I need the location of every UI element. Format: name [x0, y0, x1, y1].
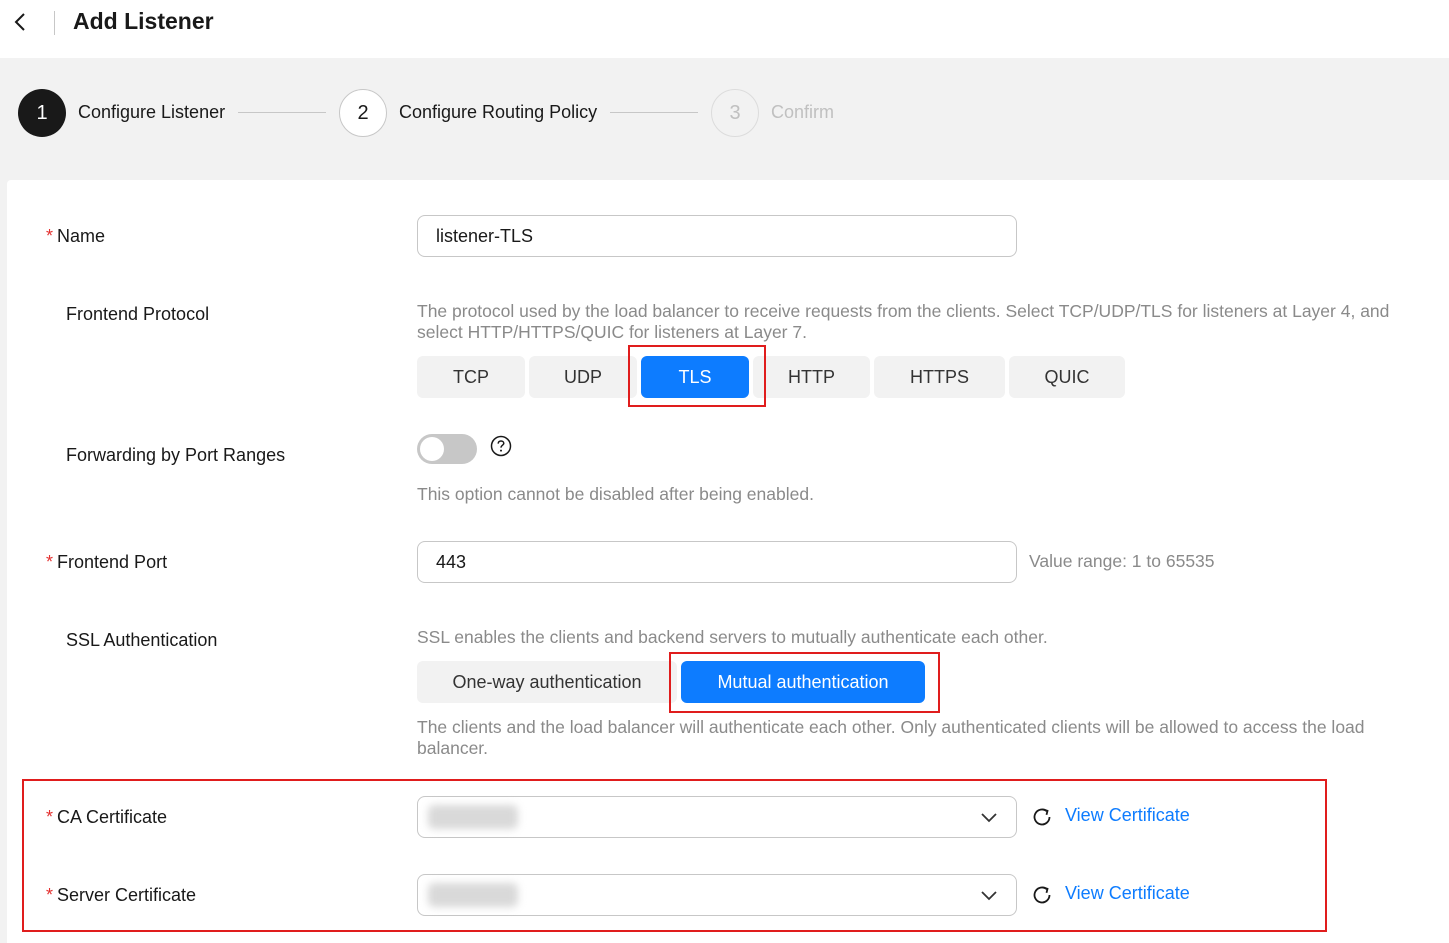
frontend-port-range-hint: Value range: 1 to 65535: [1029, 551, 1215, 571]
port-ranges-label: Forwarding by Port Ranges: [66, 445, 286, 465]
step-connector: [610, 112, 698, 113]
port-ranges-toggle[interactable]: [417, 434, 477, 464]
server-certificate-redacted-value: [428, 883, 518, 907]
step-2-circle: 2: [339, 89, 387, 137]
ssl-auth-label: SSL Authentication: [66, 630, 218, 650]
frontend-protocol-label: Frontend Protocol: [66, 304, 210, 324]
page-header: Add Listener: [0, 0, 1449, 58]
protocol-option-http[interactable]: HTTP: [753, 356, 870, 398]
step-1-label: Configure Listener: [78, 102, 226, 122]
name-input[interactable]: listener-TLS: [417, 215, 1017, 257]
protocol-option-tcp[interactable]: TCP: [417, 356, 525, 398]
step-2-label: Configure Routing Policy: [399, 102, 598, 122]
step-3-circle: 3: [711, 89, 759, 137]
ca-certificate-select[interactable]: [417, 796, 1017, 838]
frontend-port-label: * Frontend Port: [46, 552, 168, 572]
port-ranges-hint: This option cannot be disabled after bei…: [417, 484, 814, 504]
frontend-port-value: 443: [436, 551, 467, 572]
required-asterisk: *: [46, 885, 54, 905]
step-indicator: 1 Configure Listener 2 Configure Routing…: [18, 89, 918, 137]
ca-view-certificate-link[interactable]: View Certificate: [1065, 805, 1190, 826]
step-connector: [238, 112, 326, 113]
refresh-icon[interactable]: [1030, 883, 1054, 907]
toggle-knob: [420, 437, 444, 461]
page-title: Add Listener: [73, 8, 214, 34]
server-view-certificate-link[interactable]: View Certificate: [1065, 883, 1190, 904]
ca-certificate-label: * CA Certificate: [46, 807, 168, 827]
protocol-option-quic[interactable]: QUIC: [1009, 356, 1125, 398]
frontend-port-input[interactable]: 443: [417, 541, 1017, 583]
step-3-label: Confirm: [771, 102, 835, 122]
required-asterisk: *: [46, 226, 54, 246]
ssl-option-one-way[interactable]: One-way authentication: [417, 661, 677, 703]
name-input-value: listener-TLS: [436, 225, 534, 246]
required-asterisk: *: [46, 807, 54, 827]
chevron-down-icon: [981, 891, 997, 901]
protocol-option-tls[interactable]: TLS: [641, 356, 749, 398]
server-certificate-select[interactable]: [417, 874, 1017, 916]
frontend-protocol-hint: The protocol used by the load balancer t…: [417, 301, 1390, 342]
back-arrow-icon[interactable]: [8, 10, 32, 34]
help-icon[interactable]: [490, 435, 512, 457]
ssl-option-mutual[interactable]: Mutual authentication: [681, 661, 925, 703]
required-asterisk: *: [46, 552, 54, 572]
header-divider: [54, 11, 55, 35]
ssl-auth-description: The clients and the load balancer will a…: [417, 717, 1365, 758]
step-1-circle: 1: [18, 89, 66, 137]
name-label: * Name: [46, 226, 106, 246]
ca-certificate-redacted-value: [428, 805, 518, 829]
server-certificate-label: * Server Certificate: [46, 885, 197, 905]
chevron-down-icon: [981, 813, 997, 823]
protocol-option-udp[interactable]: UDP: [529, 356, 637, 398]
ssl-auth-hint: SSL enables the clients and backend serv…: [417, 627, 1048, 647]
refresh-icon[interactable]: [1030, 805, 1054, 829]
protocol-option-https[interactable]: HTTPS: [874, 356, 1005, 398]
